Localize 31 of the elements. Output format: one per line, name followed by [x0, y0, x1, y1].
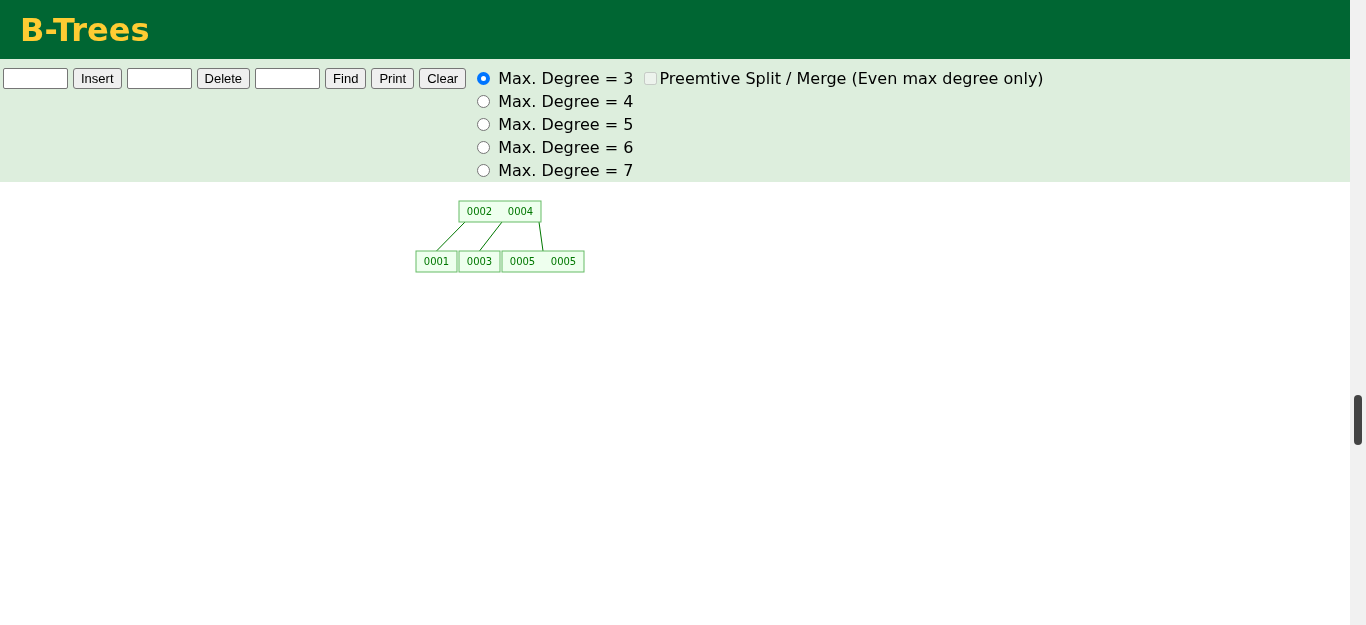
input-field[interactable]: [126, 68, 192, 89]
degree-radio[interactable]: [477, 141, 491, 154]
action-button[interactable]: Print: [371, 68, 415, 89]
degree-label: Max. Degree = 6: [498, 138, 634, 157]
preemptive-label: Preemtive Split / Merge (Even max degree only): [659, 69, 1044, 88]
degree-label: Max. Degree = 3: [498, 69, 634, 88]
tree-edge: [479, 221, 503, 252]
degree-label: Max. Degree = 7: [498, 161, 634, 180]
action-button[interactable]: Find: [325, 68, 367, 89]
node-key: 0005: [509, 256, 536, 267]
scrollbar[interactable]: [1350, 0, 1366, 625]
page-title: B-Trees: [0, 0, 1350, 59]
node-key: 0002: [466, 206, 493, 217]
scrollbar-thumb[interactable]: [1354, 395, 1362, 445]
node-key: 0005: [550, 256, 577, 267]
degree-radio[interactable]: [477, 72, 491, 85]
action-button[interactable]: Clear: [419, 68, 467, 89]
tree-edge: [436, 221, 466, 252]
degree-radio[interactable]: [477, 95, 491, 108]
action-button[interactable]: Delete: [196, 68, 251, 89]
node-key: 0004: [507, 206, 534, 217]
node-key: 0001: [423, 256, 450, 267]
action-button[interactable]: Insert: [73, 68, 122, 89]
degree-label: Max. Degree = 4: [498, 92, 634, 111]
input-field[interactable]: [3, 68, 68, 89]
input-field[interactable]: [255, 68, 321, 89]
degree-label: Max. Degree = 5: [498, 115, 634, 134]
degree-radio[interactable]: [477, 118, 491, 131]
degree-radio[interactable]: [477, 164, 491, 177]
tree-edge: [538, 221, 544, 252]
node-key: 0003: [466, 256, 493, 267]
